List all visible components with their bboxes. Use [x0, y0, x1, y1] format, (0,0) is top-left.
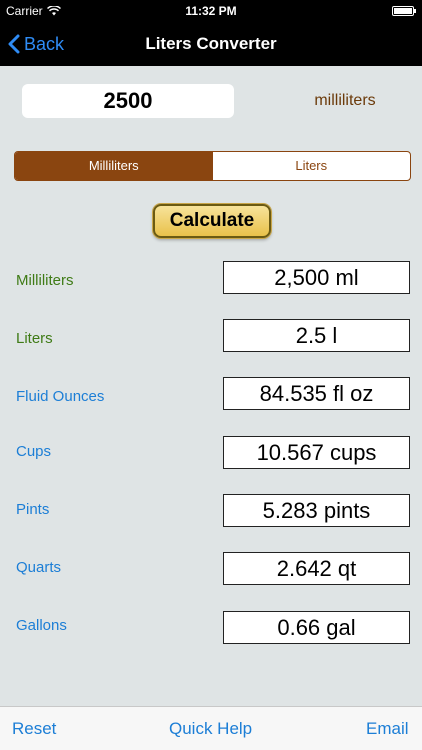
quantity-input[interactable]: 2500 — [22, 84, 234, 118]
email-button[interactable]: Email — [366, 719, 409, 739]
result-label-liters: Liters — [16, 330, 53, 347]
result-value-cups: 10.567 cups — [223, 436, 410, 469]
result-value-liters: 2.5 l — [223, 319, 410, 352]
result-label-fluid-ounces: Fluid Ounces — [16, 388, 105, 405]
status-bar: Carrier 11:32 PM — [0, 0, 422, 22]
calculate-button[interactable]: Calculate — [153, 204, 271, 238]
result-label-gallons: Gallons — [16, 617, 67, 634]
battery-icon — [392, 6, 416, 16]
result-label-quarts: Quarts — [16, 559, 62, 576]
result-value-gallons: 0.66 gal — [223, 611, 410, 644]
segment-liters[interactable]: Liters — [213, 152, 411, 180]
result-label-pints: Pints — [16, 501, 50, 518]
navigation-bar: Back Liters Converter — [0, 22, 422, 66]
result-value-quarts: 2.642 qt — [223, 552, 410, 585]
input-unit-label: milliliters — [314, 92, 376, 109]
result-value-milliliters: 2,500 ml — [223, 261, 410, 294]
result-value-fluid-ounces: 84.535 fl oz — [223, 377, 410, 410]
bottom-toolbar: Reset Quick Help Email — [0, 706, 422, 750]
result-label-cups: Cups — [16, 443, 52, 460]
reset-button[interactable]: Reset — [12, 719, 56, 739]
segment-milliliters[interactable]: Milliliters — [15, 152, 213, 180]
unit-segmented-control: Milliliters Liters — [14, 151, 411, 181]
status-time: 11:32 PM — [185, 4, 237, 18]
page-title: Liters Converter — [145, 34, 277, 53]
quick-help-button[interactable]: Quick Help — [169, 719, 252, 739]
result-label-milliliters: Milliliters — [16, 272, 74, 289]
result-value-pints: 5.283 pints — [223, 494, 410, 527]
